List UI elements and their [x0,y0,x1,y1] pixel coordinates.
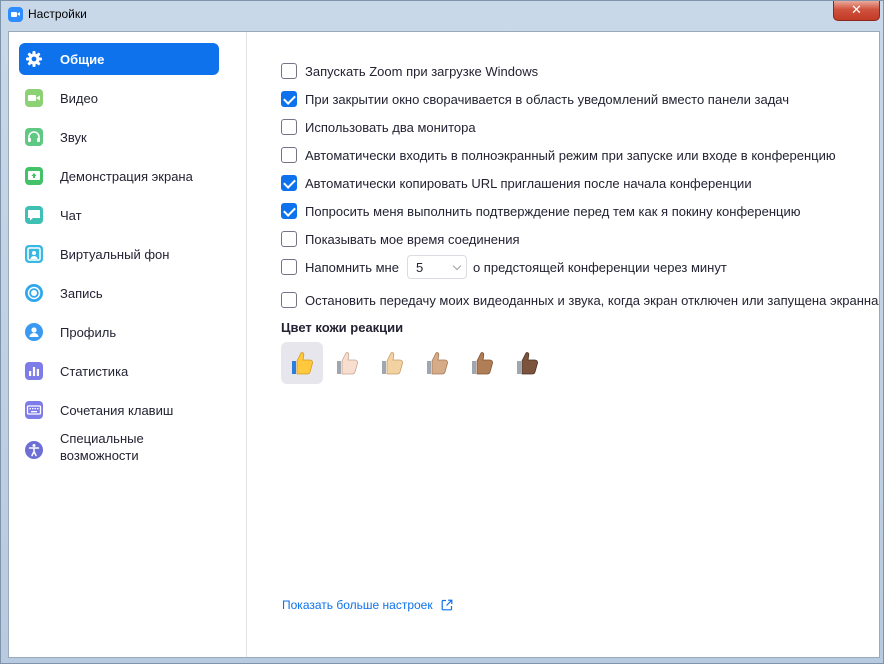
checkbox[interactable] [281,63,297,79]
option-label: Использовать два монитора [305,119,476,135]
option-meeting-reminder[interactable]: Напомнить мне 5 о предстоящей конференци… [281,255,727,279]
option-label: Показывать мое время соединения [305,231,520,247]
show-more-settings-label: Показать больше настроек [282,598,433,612]
gear-icon [25,50,43,68]
sidebar-item-keyboard-shortcuts[interactable]: Сочетания клавиш [19,394,219,426]
checkbox-checked[interactable] [281,203,297,219]
checkbox[interactable] [281,259,297,275]
checkbox[interactable] [281,119,297,135]
skin-tone-option[interactable] [371,342,413,384]
reminder-minutes-value: 5 [415,259,424,275]
close-button[interactable]: ✕ [833,1,880,21]
reaction-skin-tone-picker [281,342,551,384]
chat-icon [25,206,43,224]
skin-tone-option[interactable] [506,342,548,384]
settings-window: Настройки ✕ Общие Видео Звук Демонстраци… [0,0,884,664]
sidebar-item-label: Чат [60,207,82,223]
option-minimize-to-tray[interactable]: При закрытии окно сворачивается в област… [281,90,789,108]
reminder-label-after: о предстоящей конференции через минут [472,259,727,275]
profile-icon [25,323,43,341]
general-settings: Запускать Zoom при загрузке Windows При … [247,32,879,657]
sidebar-item-audio[interactable]: Звук [19,121,219,153]
settings-sidebar: Общие Видео Звук Демонстрация экрана Чат… [9,32,247,657]
skin-tone-option[interactable] [326,342,368,384]
sidebar-item-label: Статистика [60,363,129,379]
option-show-connection-time[interactable]: Показывать мое время соединения [281,230,520,248]
checkbox-checked[interactable] [281,175,297,191]
record-icon [25,284,43,302]
sidebar-item-video[interactable]: Видео [19,82,219,114]
sidebar-item-label: Звук [60,129,87,145]
title-bar[interactable]: Настройки ✕ [1,1,884,29]
checkbox[interactable] [281,292,297,308]
chevron-down-icon [452,261,462,270]
sidebar-item-label: Профиль [60,324,117,340]
virtual-background-icon [25,245,43,263]
sidebar-item-share-screen[interactable]: Демонстрация экрана [19,160,219,192]
video-icon [25,89,43,107]
sidebar-item-label: Виртуальный фон [60,246,170,262]
external-link-icon [441,599,453,611]
skin-tone-option[interactable] [461,342,503,384]
thumbs-up-icon [337,352,358,375]
sidebar-item-general[interactable]: Общие [19,43,219,75]
sidebar-item-accessibility[interactable]: Специальные возможности [19,430,219,470]
thumbs-up-icon [382,352,403,375]
sidebar-item-label: Сочетания клавиш [60,402,174,418]
sidebar-item-profile[interactable]: Профиль [19,316,219,348]
option-confirm-leave[interactable]: Попросить меня выполнить подтверждение п… [281,202,800,220]
sidebar-item-label: Видео [60,90,98,106]
window-title: Настройки [28,7,87,21]
checkbox[interactable] [281,231,297,247]
share-screen-icon [25,167,43,185]
skin-tone-option[interactable] [281,342,323,384]
option-label: Автоматически копировать URL приглашения… [305,175,752,191]
option-label: Запускать Zoom при загрузке Windows [305,63,539,79]
checkbox-checked[interactable] [281,91,297,107]
sidebar-item-label: Запись [60,285,103,301]
option-start-with-windows[interactable]: Запускать Zoom при загрузке Windows [281,62,538,80]
sidebar-item-label: Специальные возможности [60,431,144,463]
accessibility-icon [25,441,43,459]
option-copy-invite-url[interactable]: Автоматически копировать URL приглашения… [281,174,752,192]
reaction-skin-tone-title: Цвет кожи реакции [281,320,404,335]
sidebar-item-virtual-background[interactable]: Виртуальный фон [19,238,219,270]
thumbs-up-icon [472,352,493,375]
option-label: Остановить передачу моих видеоданных и з… [305,292,879,308]
option-dual-monitors[interactable]: Использовать два монитора [281,118,476,136]
thumbs-up-icon [517,352,538,375]
sidebar-item-label: Общие [60,51,105,67]
option-label: При закрытии окно сворачивается в област… [305,91,790,107]
settings-panel: Общие Видео Звук Демонстрация экрана Чат… [8,31,880,658]
keyboard-icon [25,401,43,419]
sidebar-item-chat[interactable]: Чат [19,199,219,231]
zoom-app-icon [8,7,23,22]
statistics-icon [25,362,43,380]
headphones-icon [25,128,43,146]
show-more-settings-link[interactable]: Показать больше настроек [282,598,453,612]
thumbs-up-icon [427,352,448,375]
option-label: Автоматически входить в полноэкранный ре… [305,147,836,163]
thumbs-up-icon [292,352,313,375]
checkbox[interactable] [281,147,297,163]
reminder-minutes-select[interactable]: 5 [406,255,467,279]
option-stop-video-screensaver[interactable]: Остановить передачу моих видеоданных и з… [281,291,879,309]
sidebar-item-statistics[interactable]: Статистика [19,355,219,387]
reminder-label-before: Напомнить мне [305,259,399,275]
option-auto-fullscreen[interactable]: Автоматически входить в полноэкранный ре… [281,146,836,164]
option-label: Попросить меня выполнить подтверждение п… [305,203,801,219]
sidebar-item-label: Демонстрация экрана [60,168,193,184]
sidebar-item-recording[interactable]: Запись [19,277,219,309]
skin-tone-option[interactable] [416,342,458,384]
